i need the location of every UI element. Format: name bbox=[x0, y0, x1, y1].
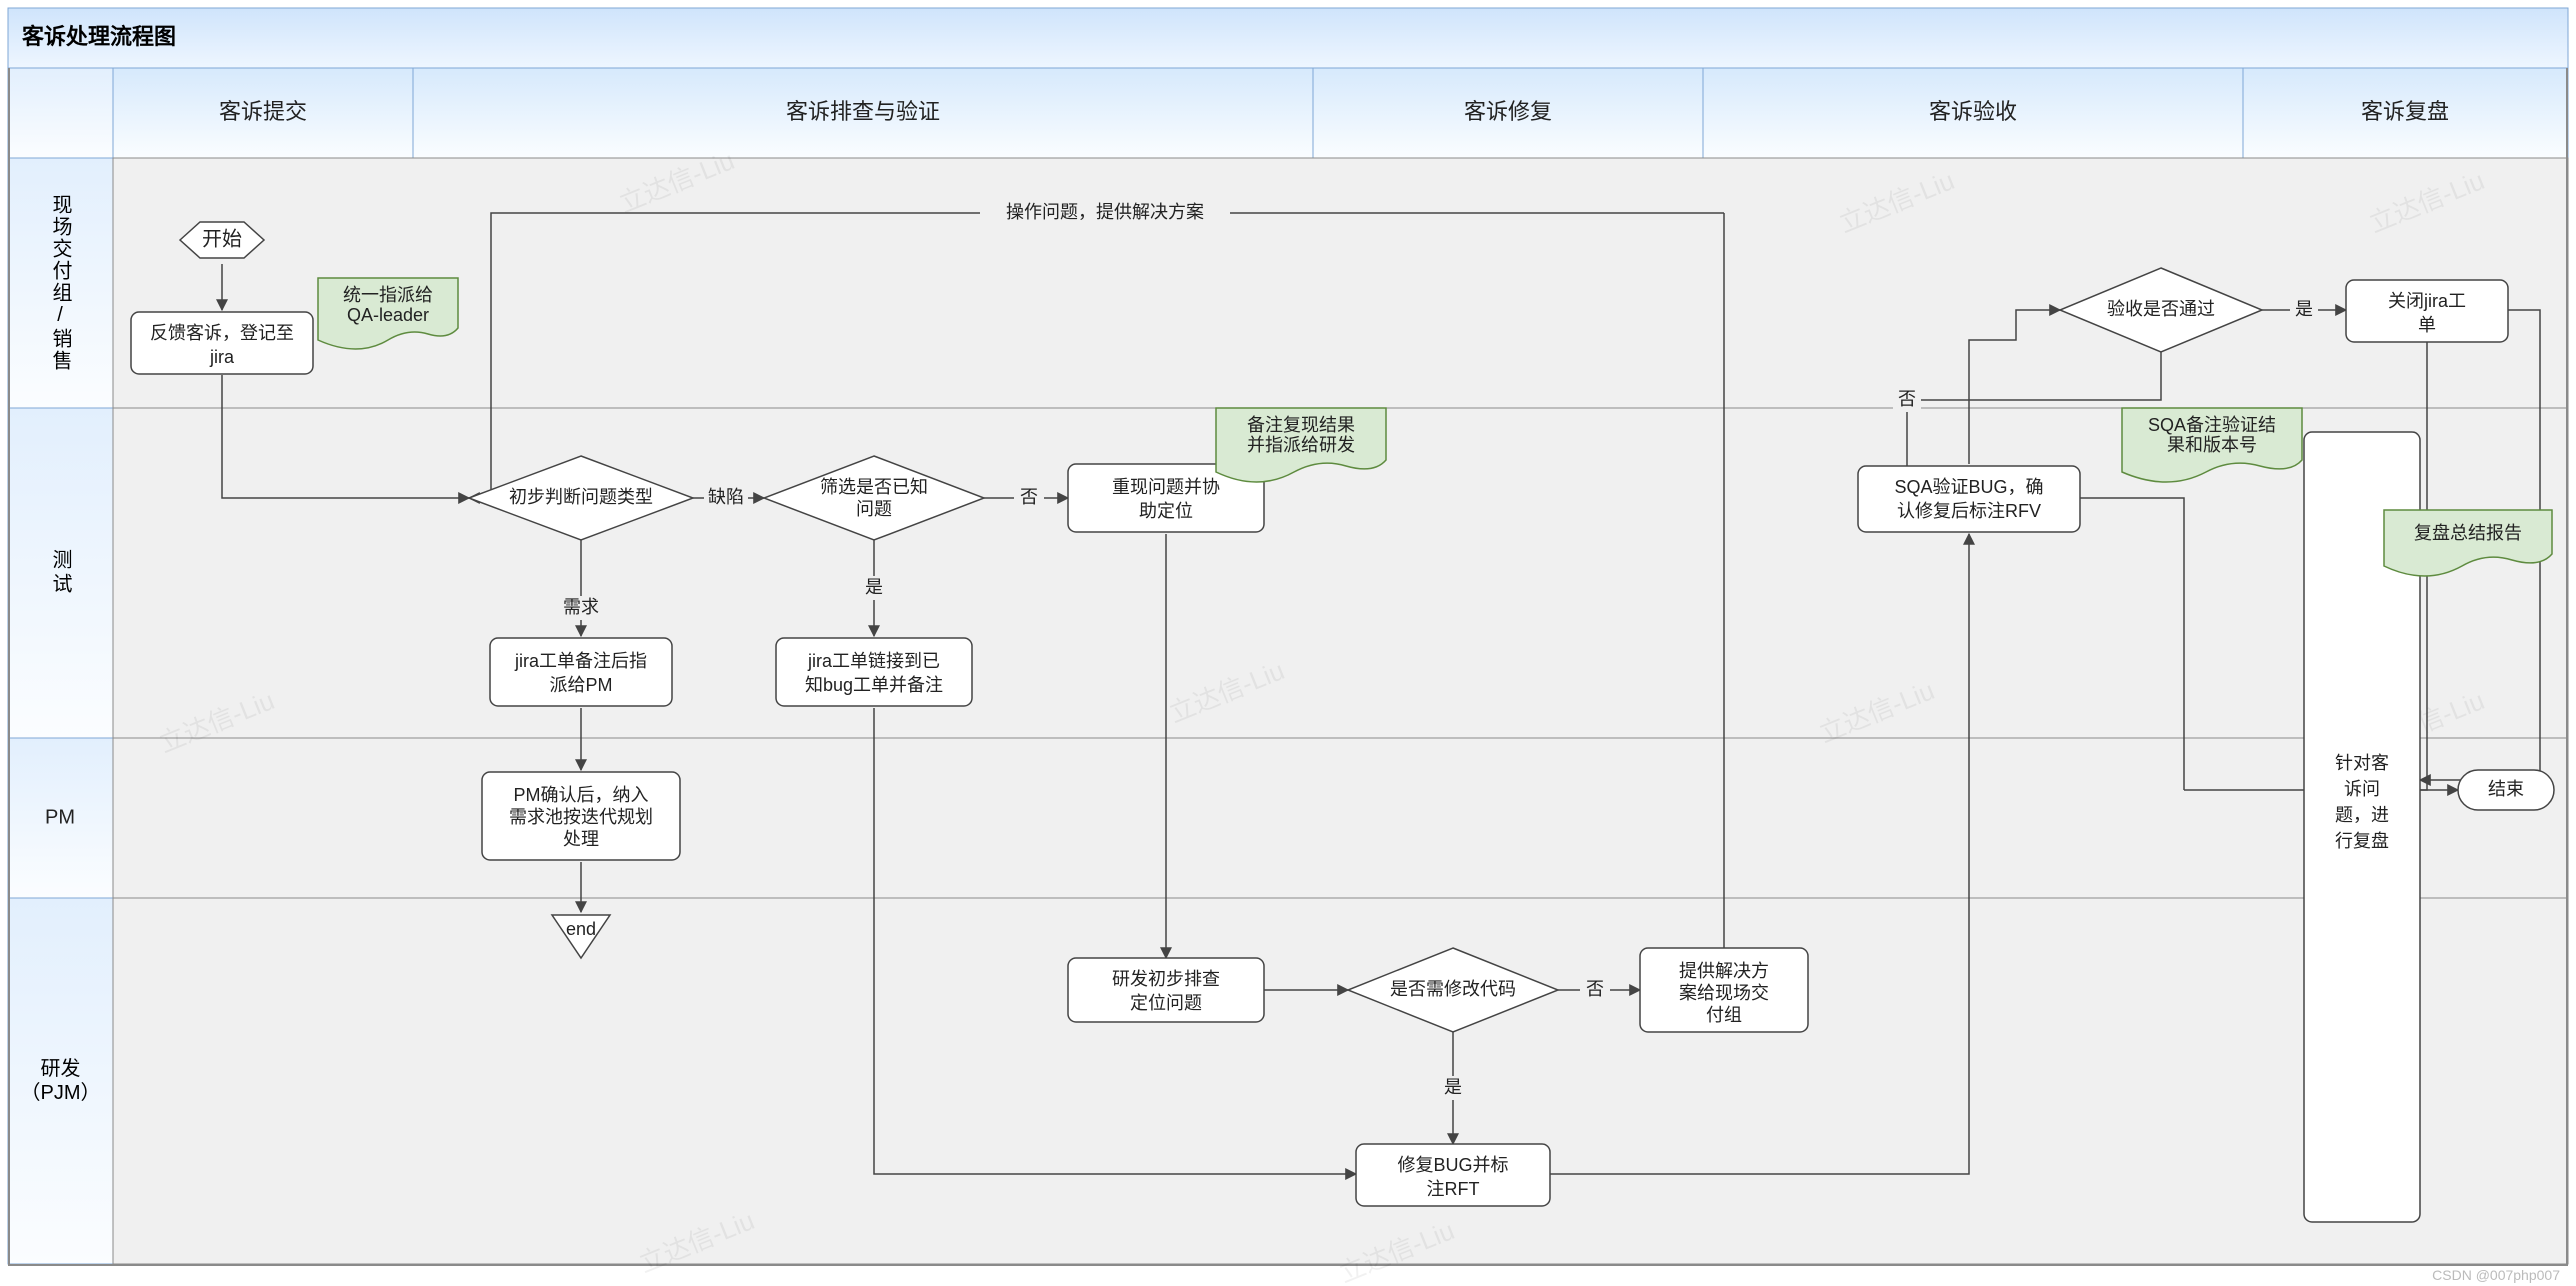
svg-text:end: end bbox=[566, 919, 596, 939]
phase-3: 客诉修复 bbox=[1464, 99, 1552, 124]
svg-text:重现问题并协: 重现问题并协 bbox=[1112, 477, 1220, 497]
svg-text:QA-leader: QA-leader bbox=[347, 305, 429, 325]
svg-text:关闭jira工: 关闭jira工 bbox=[2388, 291, 2466, 311]
svg-text:案给现场交: 案给现场交 bbox=[1679, 983, 1769, 1003]
edge-yes-2: 是 bbox=[1444, 1077, 1462, 1097]
lane-2-label: 测试 bbox=[18, 418, 103, 728]
svg-text:需求池按迭代规划: 需求池按迭代规划 bbox=[509, 807, 653, 827]
node-close: 关闭jira工 单 bbox=[2346, 280, 2508, 342]
lane-1-label: 现场交付组/销售 bbox=[18, 168, 103, 398]
svg-text:行复盘: 行复盘 bbox=[2335, 831, 2389, 851]
node-assign-pm: jira工单备注后指 派给PM bbox=[490, 638, 672, 706]
svg-text:复盘总结报告: 复盘总结报告 bbox=[2414, 523, 2522, 543]
edge-req: 需求 bbox=[563, 597, 599, 617]
svg-text:定位问题: 定位问题 bbox=[1130, 993, 1202, 1013]
svg-text:果和版本号: 果和版本号 bbox=[2167, 435, 2257, 455]
edge-opissue: 操作问题，提供解决方案 bbox=[1006, 202, 1204, 222]
svg-text:研发初步排查: 研发初步排查 bbox=[1112, 969, 1220, 989]
node-dev-locate: 研发初步排查 定位问题 bbox=[1068, 958, 1264, 1022]
node-sqa-verify: SQA验证BUG，确 认修复后标注RFV bbox=[1858, 466, 2080, 532]
svg-text:统一指派给: 统一指派给 bbox=[343, 285, 433, 305]
flowchart-canvas: 客诉处理流程图 客诉提交 客诉排查与验证 客诉修复 客诉验收 客诉复盘 现场交付… bbox=[0, 0, 2576, 1286]
svg-text:问题: 问题 bbox=[856, 499, 892, 519]
node-feedback: 反馈客诉，登记至 jira bbox=[131, 312, 313, 374]
svg-text:SQA验证BUG，确: SQA验证BUG，确 bbox=[1894, 477, 2043, 497]
svg-text:处理: 处理 bbox=[563, 829, 599, 849]
svg-text:初步判断问题类型: 初步判断问题类型 bbox=[509, 487, 653, 507]
svg-text:认修复后标注RFV: 认修复后标注RFV bbox=[1897, 501, 2041, 521]
edge-no-1: 否 bbox=[1020, 487, 1038, 507]
edge-defect: 缺陷 bbox=[708, 487, 744, 507]
svg-text:并指派给研发: 并指派给研发 bbox=[1247, 435, 1355, 455]
svg-text:单: 单 bbox=[2418, 315, 2436, 335]
node-pm-confirm: PM确认后，纳入 需求池按迭代规划 处理 bbox=[482, 772, 680, 860]
svg-text:备注复现结果: 备注复现结果 bbox=[1247, 415, 1355, 435]
svg-text:付组: 付组 bbox=[1706, 1005, 1742, 1025]
svg-text:结束: 结束 bbox=[2488, 779, 2524, 799]
phase-4: 客诉验收 bbox=[1929, 99, 2017, 124]
svg-text:诉问: 诉问 bbox=[2344, 779, 2380, 799]
svg-text:助定位: 助定位 bbox=[1139, 501, 1193, 521]
svg-text:针对客: 针对客 bbox=[2335, 753, 2389, 773]
svg-text:jira工单链接到已: jira工单链接到已 bbox=[807, 651, 940, 671]
svg-text:题，进: 题，进 bbox=[2335, 805, 2389, 825]
phase-headers: 客诉提交 客诉排查与验证 客诉修复 客诉验收 客诉复盘 bbox=[8, 68, 2568, 158]
svg-text:验收是否通过: 验收是否通过 bbox=[2107, 299, 2215, 319]
edge-no-3: 否 bbox=[1898, 389, 1916, 409]
svg-text:筛选是否已知: 筛选是否已知 bbox=[820, 477, 928, 497]
node-fix-rft: 修复BUG并标 注RFT bbox=[1356, 1144, 1550, 1206]
credit-text: CSDN @007php007 bbox=[2432, 1267, 2560, 1283]
edge-yes-1: 是 bbox=[865, 577, 883, 597]
svg-text:是否需修改代码: 是否需修改代码 bbox=[1390, 979, 1516, 999]
node-link-bug: jira工单链接到已 知bug工单并备注 bbox=[776, 638, 972, 706]
svg-text:SQA备注验证结: SQA备注验证结 bbox=[2148, 415, 2276, 435]
phase-1: 客诉提交 bbox=[219, 99, 307, 124]
title-bar bbox=[8, 8, 2568, 68]
svg-text:jira工单备注后指: jira工单备注后指 bbox=[514, 651, 647, 671]
lane-4-label: 研发（PJM） bbox=[18, 908, 103, 1254]
phase-5: 客诉复盘 bbox=[2361, 99, 2449, 124]
svg-text:提供解决方: 提供解决方 bbox=[1679, 961, 1769, 981]
svg-text:PM确认后，纳入: PM确认后，纳入 bbox=[514, 785, 649, 805]
svg-text:修复BUG并标: 修复BUG并标 bbox=[1397, 1155, 1508, 1175]
edge-yes-3: 是 bbox=[2295, 299, 2313, 319]
svg-text:反馈客诉，登记至: 反馈客诉，登记至 bbox=[150, 323, 294, 343]
svg-text:jira: jira bbox=[209, 347, 235, 367]
node-solution: 提供解决方 案给现场交 付组 bbox=[1640, 948, 1808, 1032]
phase-2: 客诉排查与验证 bbox=[786, 99, 940, 124]
lane-3-label: PM bbox=[45, 806, 75, 828]
node-end: 结束 bbox=[2458, 770, 2554, 810]
edge-no-2: 否 bbox=[1586, 979, 1604, 999]
diagram-title: 客诉处理流程图 bbox=[22, 24, 176, 49]
svg-text:派给PM: 派给PM bbox=[550, 675, 613, 695]
svg-text:注RFT: 注RFT bbox=[1427, 1179, 1480, 1199]
svg-text:开始: 开始 bbox=[202, 227, 242, 250]
svg-text:知bug工单并备注: 知bug工单并备注 bbox=[805, 675, 943, 695]
